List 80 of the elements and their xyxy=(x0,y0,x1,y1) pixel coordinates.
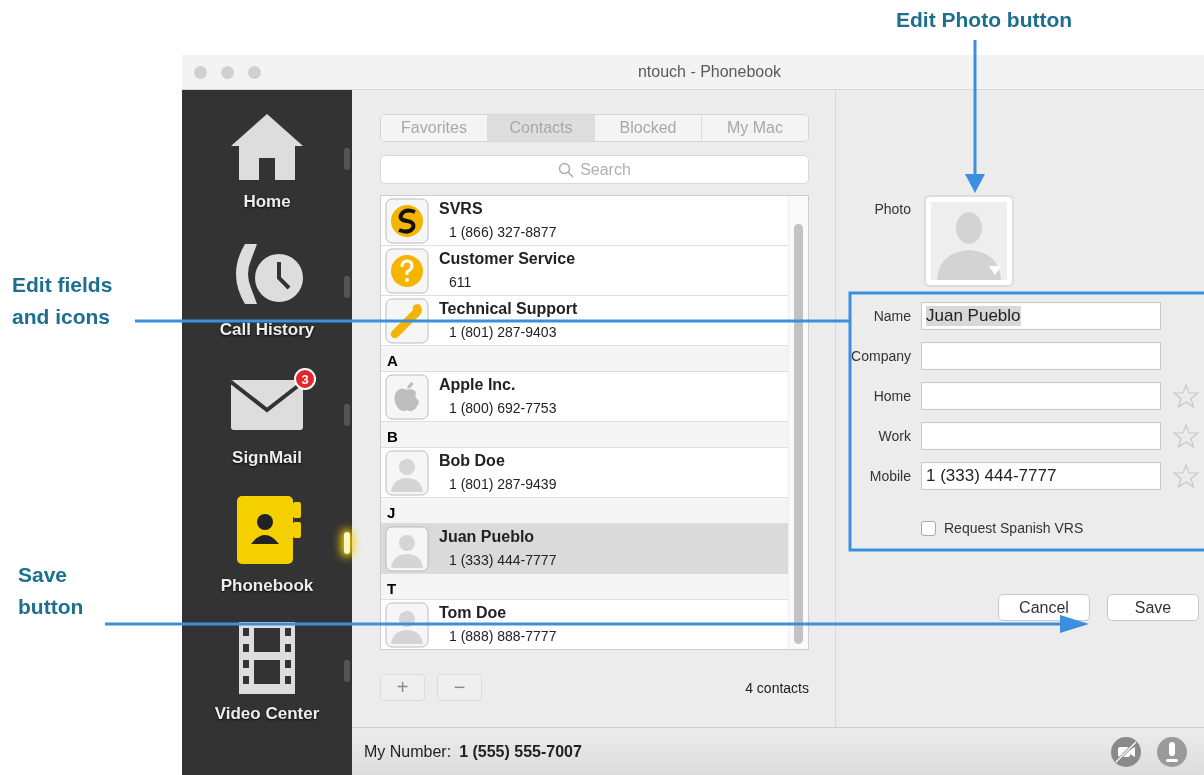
callout-label: Save button xyxy=(18,562,85,620)
contact-row[interactable]: Bob Doe 1 (801) 287-9439 xyxy=(381,448,788,498)
sidebar-item[interactable]: Video Center xyxy=(182,614,352,742)
contact-number: 1 (801) 287-9403 xyxy=(449,324,558,340)
contact-name: Apple Inc. xyxy=(439,376,517,394)
sidebar-item[interactable]: Phonebook xyxy=(182,486,352,614)
contact-row[interactable]: Juan Pueblo 1 (333) 444-7777 xyxy=(381,524,788,574)
edit-photo-button[interactable] xyxy=(924,195,1014,287)
input-field[interactable] xyxy=(921,382,1161,410)
question-mark-icon xyxy=(385,248,429,294)
scrollbar-thumb[interactable] xyxy=(794,224,803,644)
contact-row[interactable]: Apple Inc. 1 (800) 692-7753 xyxy=(381,372,788,422)
selection-indicator xyxy=(344,276,350,298)
field-label: Company xyxy=(850,348,911,364)
contact-number: 1 (333) 444-7777 xyxy=(449,552,557,568)
field-label: Home xyxy=(872,388,911,404)
cancel-button[interactable]: Cancel xyxy=(998,594,1090,621)
sidebar-item[interactable]: Home xyxy=(182,102,352,230)
sidebar-label: Home xyxy=(243,192,291,212)
field-label: Photo xyxy=(873,201,911,217)
contact-name: Juan Pueblo xyxy=(439,528,536,546)
selection-indicator xyxy=(344,532,350,554)
contact-name: Tom Doe xyxy=(439,604,508,622)
section-header: J xyxy=(381,498,788,524)
contact-row[interactable]: SVRS 1 (866) 327-8877 xyxy=(381,196,788,246)
contact-number: 1 (888) 888-7777 xyxy=(449,628,557,644)
save-button[interactable]: Save xyxy=(1107,594,1199,621)
contact-name: SVRS xyxy=(439,200,484,218)
contact-name: Customer Service xyxy=(439,250,576,268)
contact-number: 611 xyxy=(449,274,473,290)
contact-name: Bob Doe xyxy=(439,452,506,470)
phone-number: 1 (555) 555-7007 xyxy=(459,742,582,761)
input-field[interactable]: Juan Pueblo xyxy=(921,302,1161,330)
contact-number: 1 (866) 327-8877 xyxy=(449,224,557,240)
field-label: Name xyxy=(872,308,911,324)
star-icon[interactable] xyxy=(1173,463,1199,489)
star-icon[interactable] xyxy=(1173,423,1199,449)
contact-row[interactable]: Customer Service 611 xyxy=(381,246,788,296)
sidebar-label: Call History xyxy=(219,320,315,340)
search-placeholder: Search xyxy=(580,160,631,179)
person-silhouette-icon xyxy=(385,526,429,572)
sidebar-item[interactable]: Call History xyxy=(182,230,352,358)
callout-label: Edit Photo button xyxy=(896,7,1073,33)
status-label: My Number: xyxy=(364,742,452,761)
callout-label: Edit fields and icons xyxy=(12,272,114,330)
input-field[interactable] xyxy=(921,342,1161,370)
person-silhouette-icon xyxy=(385,450,429,496)
window-title: ntouch - Phonebook xyxy=(636,63,783,81)
input-field[interactable]: 1 (333) 444-7777 xyxy=(921,462,1161,490)
camera-off-icon[interactable] xyxy=(1110,735,1142,768)
contact-number: 1 (801) 287-9439 xyxy=(449,476,557,492)
contact-number: 1 (800) 692-7753 xyxy=(449,400,557,416)
sidebar-label: SignMail xyxy=(232,448,302,468)
selection-indicator xyxy=(344,404,350,426)
selection-indicator xyxy=(344,148,350,170)
selection-indicator xyxy=(344,660,350,682)
checkbox-label: Request Spanish VRS xyxy=(944,520,1084,536)
logo-icon xyxy=(385,198,429,244)
section-header: A xyxy=(381,346,788,372)
notification-badge: 3 xyxy=(294,368,316,390)
field-label: Work xyxy=(877,428,911,444)
search-icon xyxy=(558,161,575,178)
section-header: T xyxy=(381,574,788,600)
window-control[interactable] xyxy=(248,65,261,79)
contact-count: 4 contacts xyxy=(745,679,809,696)
contact-row[interactable]: Technical Support 1 (801) 287-9403 xyxy=(381,296,788,346)
field-label: Mobile xyxy=(868,468,911,484)
sidebar-label: Phonebook xyxy=(220,576,314,596)
star-icon[interactable] xyxy=(1173,383,1199,409)
sidebar-label: Video Center xyxy=(214,704,320,724)
apple-icon xyxy=(385,374,429,420)
contact-name: Technical Support xyxy=(439,300,578,318)
window-control[interactable] xyxy=(194,65,207,79)
window-control[interactable] xyxy=(221,65,234,79)
wrench-icon xyxy=(385,298,429,344)
checkbox[interactable] xyxy=(921,520,936,536)
input-field[interactable] xyxy=(921,422,1161,450)
alert-icon[interactable] xyxy=(1156,735,1188,768)
section-header: B xyxy=(381,422,788,448)
sidebar-item[interactable]: SignMail 3 xyxy=(182,358,352,486)
